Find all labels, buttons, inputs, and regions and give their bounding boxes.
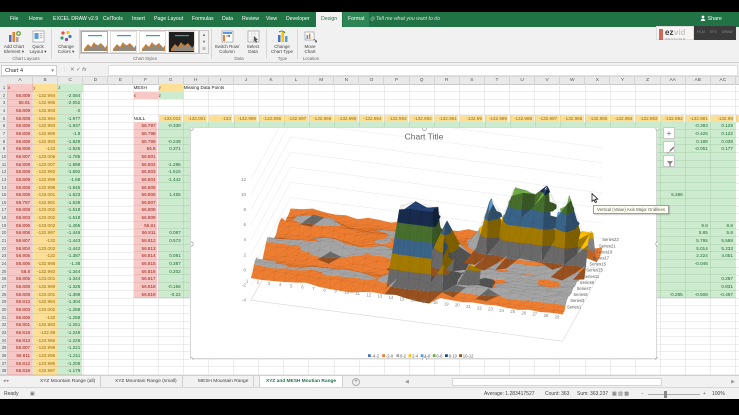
svg-text:28: 28 xyxy=(544,313,549,318)
svg-text:Series9: Series9 xyxy=(580,280,595,285)
svg-text:19: 19 xyxy=(444,301,449,306)
svg-text:8: 8 xyxy=(243,207,246,212)
svg-text:27: 27 xyxy=(532,312,537,317)
svg-text:Series17: Series17 xyxy=(593,255,610,260)
svg-text:Series21: Series21 xyxy=(599,243,616,248)
svg-text:12: 12 xyxy=(241,177,247,182)
svg-text:8-10: 8-10 xyxy=(449,353,458,358)
svg-text:6: 6 xyxy=(243,222,246,227)
svg-text:-4: -4 xyxy=(242,298,246,303)
svg-text:18: 18 xyxy=(433,300,438,305)
svg-text:22: 22 xyxy=(477,305,482,310)
svg-text:12: 12 xyxy=(366,292,371,297)
svg-text:10: 10 xyxy=(344,290,349,295)
svg-text:Series23: Series23 xyxy=(602,237,619,242)
svg-text:Series19: Series19 xyxy=(596,249,613,254)
svg-text:1: 1 xyxy=(246,278,249,283)
svg-text:17: 17 xyxy=(422,299,427,304)
svg-text:Series11: Series11 xyxy=(583,274,600,279)
svg-text:25: 25 xyxy=(510,309,515,314)
svg-text:13: 13 xyxy=(377,294,382,299)
svg-text:Series1: Series1 xyxy=(567,304,582,309)
svg-text:Series7: Series7 xyxy=(577,286,592,291)
svg-text:5: 5 xyxy=(290,283,293,288)
svg-text:2: 2 xyxy=(243,252,246,257)
svg-text:0-2: 0-2 xyxy=(400,353,407,358)
svg-text:6-8: 6-8 xyxy=(436,353,443,358)
svg-text:Series13: Series13 xyxy=(586,268,603,273)
svg-text:10: 10 xyxy=(241,192,247,197)
svg-text:Series3: Series3 xyxy=(570,298,585,303)
svg-text:20: 20 xyxy=(455,303,460,308)
svg-text:29: 29 xyxy=(555,314,560,319)
svg-text:4: 4 xyxy=(279,282,282,287)
svg-text:4: 4 xyxy=(243,237,246,242)
svg-text:Series5: Series5 xyxy=(573,292,588,297)
svg-text:6: 6 xyxy=(301,285,304,290)
svg-text:14: 14 xyxy=(389,295,394,300)
svg-text:24: 24 xyxy=(499,308,504,313)
svg-text:Series15: Series15 xyxy=(589,262,606,267)
svg-text:16: 16 xyxy=(411,298,416,303)
svg-text:-4-2: -4-2 xyxy=(372,353,380,358)
svg-text:23: 23 xyxy=(488,307,493,312)
svg-text:26: 26 xyxy=(521,310,526,315)
svg-text:10-12: 10-12 xyxy=(463,353,474,358)
svg-text:-2-0: -2-0 xyxy=(386,353,394,358)
svg-text:11: 11 xyxy=(356,291,361,296)
svg-text:7: 7 xyxy=(312,286,315,291)
svg-text:15: 15 xyxy=(400,296,405,301)
svg-text:0: 0 xyxy=(243,267,246,272)
svg-text:3: 3 xyxy=(268,281,271,286)
svg-text:2: 2 xyxy=(257,280,260,285)
svg-text:Chart Title: Chart Title xyxy=(405,131,444,141)
svg-text:2-4: 2-4 xyxy=(412,353,419,358)
svg-text:21: 21 xyxy=(466,304,471,309)
